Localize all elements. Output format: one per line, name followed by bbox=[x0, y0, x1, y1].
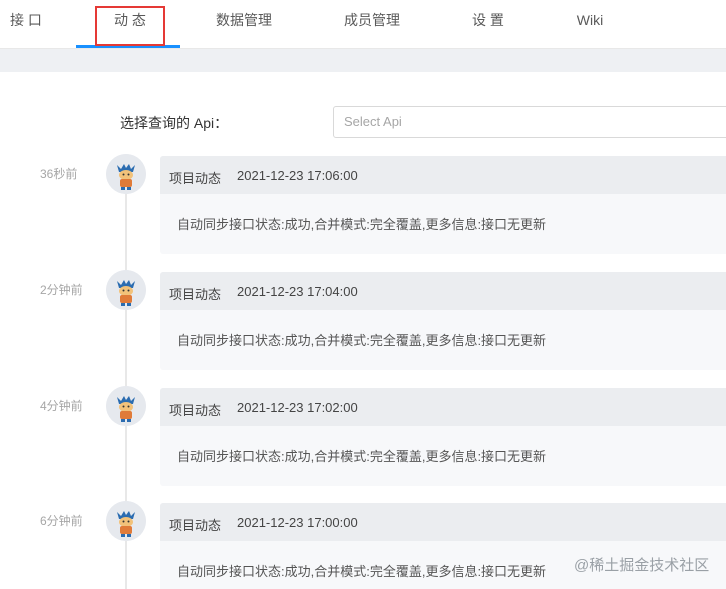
activity-datetime: 2021-12-23 17:06:00 bbox=[237, 168, 358, 183]
activity-card-header: 项目动态 2021-12-23 17:02:00 bbox=[160, 388, 726, 426]
entry-relative-time: 6分钟前 bbox=[40, 514, 83, 528]
user-avatar-icon bbox=[106, 270, 146, 310]
activity-card-header: 项目动态 2021-12-23 17:00:00 bbox=[160, 503, 726, 541]
user-avatar-icon bbox=[106, 386, 146, 426]
watermark: @稀土掘金技术社区 bbox=[574, 557, 710, 574]
activity-card: 项目动态 2021-12-23 17:00:00 自动同步接口状态:成功,合并模… bbox=[160, 503, 726, 589]
activity-type: 项目动态 bbox=[169, 287, 222, 302]
avatar[interactable] bbox=[106, 270, 146, 310]
api-select[interactable]: Select Api bbox=[333, 106, 726, 138]
entry-relative-time: 2分钟前 bbox=[40, 283, 83, 297]
content-divider-strip bbox=[0, 49, 726, 72]
activity-type: 项目动态 bbox=[169, 171, 222, 186]
entry-relative-time: 4分钟前 bbox=[40, 399, 83, 413]
activity-datetime: 2021-12-23 17:04:00 bbox=[237, 284, 358, 299]
timeline-entry: 4分钟前 项目动态 2021-12-23 17:02:00 自动同步接口状态:成… bbox=[0, 386, 726, 502]
activity-type: 项目动态 bbox=[169, 518, 222, 533]
activity-content: 自动同步接口状态:成功,合并模式:完全覆盖,更多信息:接口无更新 bbox=[177, 449, 547, 464]
user-avatar-icon bbox=[106, 501, 146, 541]
timeline-entry: 2分钟前 项目动态 2021-12-23 17:04:00 自动同步接口状态:成… bbox=[0, 270, 726, 386]
activity-content: 自动同步接口状态:成功,合并模式:完全覆盖,更多信息:接口无更新 bbox=[177, 217, 547, 232]
tab-interface[interactable]: 接 口 bbox=[8, 0, 44, 48]
tab-wiki[interactable]: Wiki bbox=[574, 0, 606, 48]
activity-card-header: 项目动态 2021-12-23 17:04:00 bbox=[160, 272, 726, 310]
tab-activity[interactable]: 动 态 bbox=[104, 0, 156, 48]
activity-type: 项目动态 bbox=[169, 403, 222, 418]
user-avatar-icon bbox=[106, 154, 146, 194]
avatar[interactable] bbox=[106, 501, 146, 541]
tab-bar: 接 口 动 态 数据管理 成员管理 设 置 Wiki bbox=[0, 0, 726, 49]
activity-datetime: 2021-12-23 17:02:00 bbox=[237, 400, 358, 415]
activity-card: 项目动态 2021-12-23 17:06:00 自动同步接口状态:成功,合并模… bbox=[160, 156, 726, 254]
avatar[interactable] bbox=[106, 154, 146, 194]
activity-card-header: 项目动态 2021-12-23 17:06:00 bbox=[160, 156, 726, 194]
active-tab-indicator bbox=[76, 45, 180, 48]
activity-datetime: 2021-12-23 17:00:00 bbox=[237, 515, 358, 530]
timeline-entry: 36秒前 项目动态 2021-12-23 17:06:00 自动同步接口状态:成… bbox=[0, 154, 726, 270]
tab-settings[interactable]: 设 置 bbox=[470, 0, 506, 48]
activity-content: 自动同步接口状态:成功,合并模式:完全覆盖,更多信息:接口无更新 bbox=[177, 333, 547, 348]
tab-data-management[interactable]: 数据管理 bbox=[214, 0, 274, 48]
activity-card: 项目动态 2021-12-23 17:04:00 自动同步接口状态:成功,合并模… bbox=[160, 272, 726, 370]
activity-content: 自动同步接口状态:成功,合并模式:完全覆盖,更多信息:接口无更新 bbox=[177, 564, 547, 579]
avatar[interactable] bbox=[106, 386, 146, 426]
timeline-entry: 6分钟前 项目动态 2021-12-23 17:00:00 自动同步接口状态:成… bbox=[0, 501, 726, 589]
tab-member-management[interactable]: 成员管理 bbox=[342, 0, 402, 48]
entry-relative-time: 36秒前 bbox=[40, 167, 78, 181]
api-filter-label: 选择查询的 Api： bbox=[120, 115, 229, 131]
activity-card: 项目动态 2021-12-23 17:02:00 自动同步接口状态:成功,合并模… bbox=[160, 388, 726, 486]
